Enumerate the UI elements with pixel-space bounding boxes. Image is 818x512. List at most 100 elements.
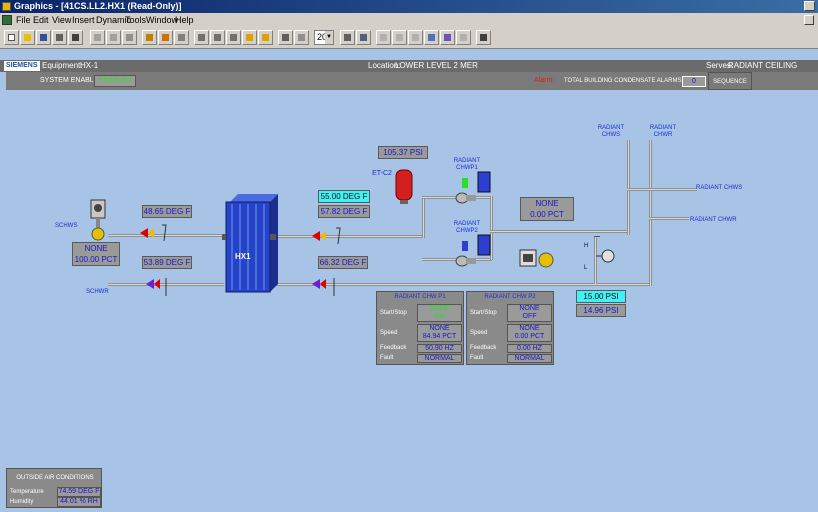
pump1-start-stop[interactable]: NONE ON xyxy=(417,304,462,322)
cut-icon[interactable] xyxy=(90,30,105,45)
menu-window[interactable]: Window xyxy=(146,13,178,27)
save-icon[interactable] xyxy=(36,30,51,45)
menu-view[interactable]: View xyxy=(52,13,71,27)
print-icon[interactable] xyxy=(68,30,83,45)
pump2-start-stop-label: Start/Stop xyxy=(470,310,497,316)
control-valve-icon[interactable] xyxy=(88,198,112,242)
expansion-tank-icon xyxy=(395,169,413,204)
schwr-label: SCHWR xyxy=(86,289,109,295)
pump2-speed-mode: NONE xyxy=(519,325,540,332)
sequence-button[interactable]: SEQUENCE xyxy=(708,72,752,90)
pump2-feedback[interactable]: 0.00 HZ xyxy=(507,344,552,353)
status-header: SYSTEM ENABLE ENABLED Alarm: TOTAL BUILD… xyxy=(6,72,818,90)
document-icon[interactable] xyxy=(2,15,12,25)
pressure-top[interactable]: 105.37 PSI xyxy=(378,146,428,159)
outside-humidity[interactable]: 44.01 % RH xyxy=(57,497,101,507)
supply-temp[interactable]: 57.82 DEG F xyxy=(318,205,370,218)
symbols-icon[interactable] xyxy=(142,30,157,45)
menu-help[interactable]: Help xyxy=(175,13,194,27)
pump2-fault-label: Fault xyxy=(470,355,484,361)
pump2-title: RADIANT CHW P2 xyxy=(484,294,536,300)
valve-position[interactable]: NONE 100.00 PCT xyxy=(72,242,120,266)
pump1-icon[interactable] xyxy=(454,170,494,204)
pump1-fault[interactable]: NORMAL xyxy=(417,354,462,363)
dp-sensor-icon xyxy=(596,249,615,263)
outside-temp[interactable]: 74.59 DEG F xyxy=(57,487,101,497)
run-mode-icon[interactable] xyxy=(440,30,455,45)
forward-icon[interactable] xyxy=(258,30,273,45)
menu-tools[interactable]: Tools xyxy=(125,13,146,27)
zoom-out-icon[interactable] xyxy=(356,30,371,45)
radiant-chws-top-line2: CHWS xyxy=(601,132,621,138)
schwr-temp[interactable]: 53.89 DEG F xyxy=(142,256,192,269)
pump2-start-stop-state: OFF xyxy=(522,313,537,320)
paste-icon[interactable] xyxy=(122,30,137,45)
alarm-count[interactable]: 0 xyxy=(682,76,706,87)
siemens-logo: SIEMENS xyxy=(4,61,40,71)
layer-icon[interactable] xyxy=(194,30,209,45)
pump1-speed[interactable]: NONE 84.94 PCT xyxy=(417,324,462,342)
dp-setpoint[interactable]: 15.00 PSI xyxy=(576,290,626,303)
ungroup-icon[interactable] xyxy=(226,30,241,45)
heat-exchanger-icon[interactable] xyxy=(222,194,278,294)
supply-setpoint[interactable]: 55.00 DEG F xyxy=(318,190,370,203)
menu-edit[interactable]: Edit xyxy=(33,13,49,27)
supply-pipe xyxy=(272,235,422,238)
pump1-feedback-label: Feedback xyxy=(380,345,407,351)
align-icon[interactable] xyxy=(174,30,189,45)
edit-mode-icon[interactable] xyxy=(424,30,439,45)
pump2-start-stop-mode: NONE xyxy=(519,305,540,312)
chwr-riser xyxy=(649,140,652,286)
pump2-label-line1: RADIANT xyxy=(453,221,481,227)
valve-percent: 100.00 PCT xyxy=(74,255,118,264)
minimize-window-button[interactable] xyxy=(804,1,815,11)
pump1-speed-label: Speed xyxy=(380,330,398,336)
pump2-fault[interactable]: NORMAL xyxy=(507,354,552,363)
dp-value[interactable]: 14.96 PSI xyxy=(576,304,626,317)
alarm-text: TOTAL BUILDING CONDENSATE ALARMS xyxy=(564,78,682,84)
pump2-speed-value: 0.00 PCT xyxy=(514,333,545,340)
fullscreen-icon[interactable] xyxy=(476,30,491,45)
schws-temp[interactable]: 48.65 DEG F xyxy=(142,205,192,218)
group-icon[interactable] xyxy=(210,30,225,45)
pump2-icon[interactable] xyxy=(454,233,494,267)
pump1-start-stop-label: Start/Stop xyxy=(380,310,407,316)
pump2-panel: RADIANT CHW P2 Start/Stop NONE OFF Speed … xyxy=(466,291,554,365)
pump2-start-stop[interactable]: NONE OFF xyxy=(507,304,552,322)
mdi-minimize-button[interactable] xyxy=(804,15,814,25)
system-enable-label: SYSTEM ENABLE xyxy=(40,77,99,84)
pump1-speed-value: 84.94 PCT xyxy=(422,333,457,340)
zoom-in-icon[interactable] xyxy=(340,30,355,45)
outside-humidity-label: Humidity xyxy=(10,499,34,505)
app-icon xyxy=(2,2,11,11)
pump1-speed-mode: NONE xyxy=(429,325,450,332)
pump1-title: RADIANT CHW P1 xyxy=(394,294,446,300)
dynamic-icon[interactable] xyxy=(456,30,471,45)
view-icon[interactable] xyxy=(408,30,423,45)
outside-air-title: OUTSIDE AIR CONDITIONS xyxy=(16,475,94,481)
schws-label: SCHWS xyxy=(55,223,78,229)
open-icon[interactable] xyxy=(20,30,35,45)
library-icon[interactable] xyxy=(158,30,173,45)
menu-file[interactable]: File xyxy=(16,13,31,27)
menu-bar: File Edit View Insert Dynamic Tools Wind… xyxy=(0,13,818,27)
pointer-icon[interactable] xyxy=(278,30,293,45)
menu-insert[interactable]: Insert xyxy=(72,13,95,27)
radiant-chws-top-line1: RADIANT xyxy=(597,125,625,131)
properties-icon[interactable] xyxy=(376,30,391,45)
system-enable-value[interactable]: ENABLED xyxy=(94,75,136,87)
back-icon[interactable] xyxy=(242,30,257,45)
return-temp[interactable]: 66.32 DEG F xyxy=(318,256,368,269)
pump1-feedback[interactable]: 50.90 HZ xyxy=(417,344,462,353)
undo-icon[interactable] xyxy=(52,30,67,45)
bypass-position[interactable]: NONE 0.00 PCT xyxy=(520,197,574,221)
check-icon[interactable] xyxy=(392,30,407,45)
grid-icon[interactable] xyxy=(294,30,309,45)
zoom-select[interactable]: 20 ▼ xyxy=(314,30,334,45)
radiant-chws-pipe xyxy=(627,188,697,191)
copy-icon[interactable] xyxy=(106,30,121,45)
hx-label: HX1 xyxy=(235,252,251,261)
bypass-valve-icon[interactable] xyxy=(518,248,558,270)
pump2-speed[interactable]: NONE 0.00 PCT xyxy=(507,324,552,342)
new-icon[interactable] xyxy=(4,30,19,45)
